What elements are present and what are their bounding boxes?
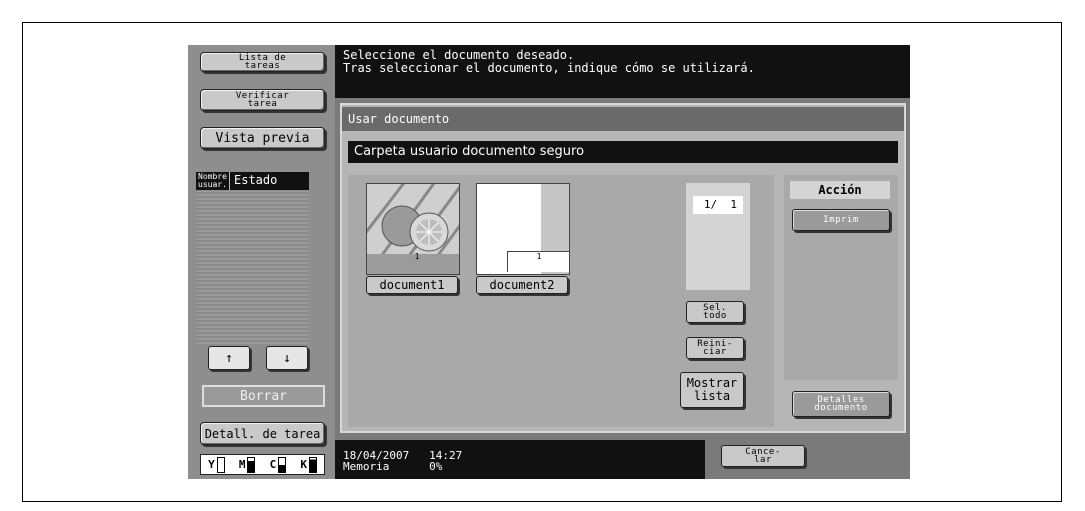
- instruction-message: Seleccione el documento deseado. Tras se…: [335, 45, 910, 98]
- status-column: Estado: [230, 172, 309, 190]
- page-count: 1: [414, 252, 420, 261]
- job-list-button[interactable]: Lista de tareas: [200, 52, 325, 72]
- toner-yellow: Y: [208, 456, 225, 473]
- user-name-column: Nombre usuar.: [196, 172, 230, 190]
- scroll-down-button[interactable]: ↓: [266, 346, 308, 370]
- page-counter-value: 1/ 1: [693, 196, 743, 214]
- memory-value: 0%: [429, 460, 443, 473]
- document1-button[interactable]: document1: [366, 276, 458, 294]
- status-bar: 18/04/2007 14:27 Memoria 0%: [335, 440, 705, 479]
- action-column: Acción Imprim: [784, 175, 898, 380]
- cancel-button[interactable]: Cance- lar: [721, 445, 805, 467]
- preview-button[interactable]: Vista previa: [200, 127, 325, 149]
- folder-name: Carpeta usuario documento seguro: [348, 141, 898, 163]
- control-panel-screen: Lista de tareas Verificar tarea Vista pr…: [188, 45, 910, 479]
- job-details-button[interactable]: Detall. de tarea: [200, 422, 325, 445]
- page-counter: 1/ 1: [686, 183, 750, 290]
- check-job-button[interactable]: Verificar tarea: [200, 89, 325, 111]
- show-list-button[interactable]: Mostrar lista: [680, 372, 744, 408]
- action-header: Acción: [790, 181, 890, 199]
- print-button[interactable]: Imprim: [792, 209, 890, 231]
- page-count: 1: [507, 251, 569, 272]
- toner-magenta: M: [239, 456, 256, 473]
- document-details-button[interactable]: Detalles documento: [792, 391, 890, 417]
- select-all-button[interactable]: Sel. todo: [686, 301, 744, 323]
- left-sidebar: Lista de tareas Verificar tarea Vista pr…: [188, 45, 335, 479]
- document-area: 1 document1 1 document2 1/ 1 Sel. todo R…: [348, 175, 774, 427]
- document2-button[interactable]: document2: [476, 276, 568, 294]
- job-list-area: [196, 191, 309, 344]
- arrow-up-icon: ↑: [225, 350, 233, 366]
- job-list-header: Nombre usuar. Estado: [196, 172, 309, 190]
- toner-levels: Y M C K: [200, 454, 325, 475]
- scroll-up-button[interactable]: ↑: [208, 346, 250, 370]
- use-document-panel: Usar documento Carpeta usuario documento…: [340, 103, 906, 433]
- toner-cyan: C: [270, 456, 287, 473]
- panel-title: Usar documento: [342, 107, 904, 131]
- toner-black: K: [300, 456, 317, 473]
- reset-button[interactable]: Reini- ciar: [686, 337, 744, 359]
- memory-label: Memoria: [343, 460, 390, 473]
- document-thumbnail[interactable]: 1: [366, 183, 460, 275]
- document-thumbnail[interactable]: 1: [476, 183, 570, 275]
- delete-button[interactable]: Borrar: [202, 385, 325, 407]
- arrow-down-icon: ↓: [283, 350, 291, 366]
